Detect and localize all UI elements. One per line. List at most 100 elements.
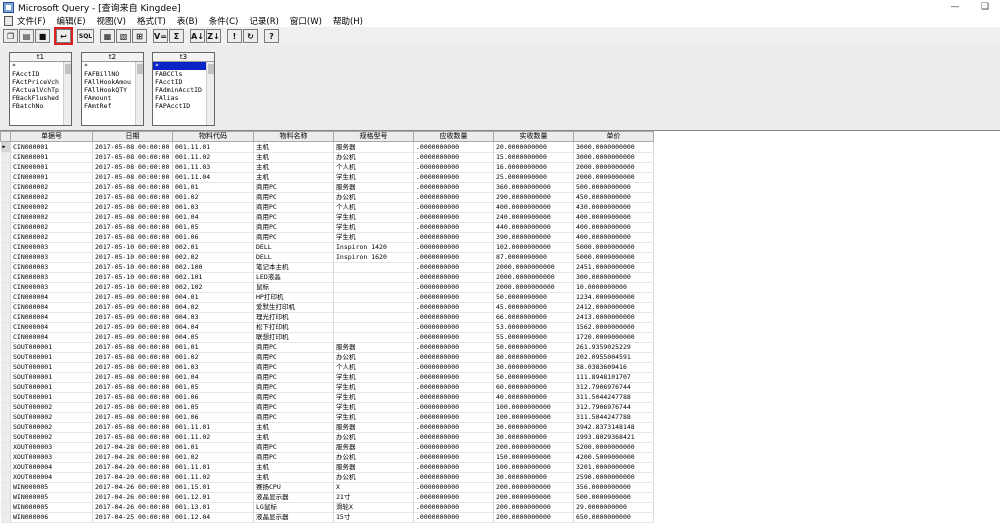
- table-cell[interactable]: 商用PC: [253, 202, 334, 213]
- table-cell[interactable]: 学生机: [333, 392, 414, 403]
- table-cell[interactable]: .0000000000: [413, 172, 494, 183]
- table-cell[interactable]: 240.0000000000: [493, 212, 574, 223]
- table-cell[interactable]: 学生机: [333, 222, 414, 233]
- table-cell[interactable]: 液晶显示器: [253, 492, 334, 503]
- table-cell[interactable]: .0000000000: [413, 482, 494, 493]
- sort-ascending-button[interactable]: A↓: [190, 29, 205, 43]
- table-row[interactable]: SOUT000002 2017-05-08 00:00:00 001.11.01 主机…: [0, 422, 654, 433]
- table-cell[interactable]: CIN000002: [10, 182, 93, 193]
- column-header[interactable]: 实收数量: [493, 131, 574, 142]
- table-cell[interactable]: 87.0000000000: [493, 252, 574, 263]
- table-cell[interactable]: WIN000005: [10, 502, 93, 513]
- menu-criteria[interactable]: 条件(C): [209, 15, 239, 27]
- table-cell[interactable]: XOUT000004: [10, 462, 93, 473]
- table-cell[interactable]: 001.04: [172, 372, 254, 383]
- table-cell[interactable]: .0000000000: [413, 141, 494, 153]
- table-cell[interactable]: .0000000000: [413, 292, 494, 303]
- table-cell[interactable]: 500.0000000000: [573, 182, 654, 193]
- table-cell[interactable]: 001.12.04: [172, 512, 254, 523]
- table-row[interactable]: CIN000001 2017-05-08 00:00:00 001.11.02 主机办…: [0, 152, 654, 163]
- table-cell[interactable]: 2017-05-09 00:00:00: [92, 332, 173, 343]
- table-cell[interactable]: 2000.0000000000: [493, 272, 574, 283]
- table-cell[interactable]: SOUT000001: [10, 352, 93, 363]
- table-cell[interactable]: 001.03: [172, 202, 254, 213]
- table-cell[interactable]: CIN000004: [10, 332, 93, 343]
- table-row[interactable]: CIN000004 2017-05-09 00:00:00 004.01 HP打印机.…: [0, 292, 654, 303]
- table-cell[interactable]: 390.0000000000: [493, 232, 574, 243]
- table-cell[interactable]: 15.0000000000: [493, 152, 574, 163]
- table-cell[interactable]: 30.0000000000: [493, 362, 574, 373]
- table-cell[interactable]: 商用PC: [253, 352, 334, 363]
- table-cell[interactable]: 2017-05-09 00:00:00: [92, 292, 173, 303]
- table-cell[interactable]: 2017-05-08 00:00:00: [92, 362, 173, 373]
- table-cell[interactable]: 2017-04-20 00:00:00: [92, 472, 173, 483]
- row-selector[interactable]: [0, 482, 11, 493]
- table-cell[interactable]: 311.5044247788: [573, 412, 654, 423]
- row-selector[interactable]: [0, 282, 11, 293]
- table-cell[interactable]: [333, 282, 414, 293]
- help-button[interactable]: ?: [264, 29, 279, 43]
- table-row[interactable]: CIN000003 2017-05-10 00:00:00 002.01 DELL In…: [0, 242, 654, 253]
- table-cell[interactable]: 2017-04-26 00:00:00: [92, 492, 173, 503]
- row-selector[interactable]: [0, 252, 11, 263]
- table-cell[interactable]: 001.11.01: [172, 141, 254, 153]
- table-cell[interactable]: 311.5044247788: [573, 392, 654, 403]
- field-item[interactable]: FActPriceVch: [10, 78, 63, 86]
- table-pane-title[interactable]: t2: [82, 53, 143, 62]
- table-row[interactable]: CIN0000012017-05-08 00:00:00001.11.01主机服…: [0, 141, 654, 153]
- criteria-equals-button[interactable]: V=: [153, 29, 168, 43]
- table-cell[interactable]: 5200.0000000000: [573, 442, 654, 453]
- table-cell[interactable]: .0000000000: [413, 412, 494, 423]
- field-item[interactable]: FBatchNo: [10, 102, 63, 110]
- row-selector[interactable]: [0, 152, 11, 163]
- table-cell[interactable]: 2017-05-08 00:00:00: [92, 172, 173, 183]
- table-cell[interactable]: 2017-05-10 00:00:00: [92, 282, 173, 293]
- row-selector[interactable]: [0, 262, 11, 273]
- table-cell[interactable]: Inspiron 1620: [333, 252, 414, 263]
- row-selector[interactable]: [0, 402, 11, 413]
- table-cell[interactable]: 商用PC: [253, 222, 334, 233]
- table-cell[interactable]: 2017-05-08 00:00:00: [92, 372, 173, 383]
- table-cell[interactable]: CIN000003: [10, 242, 93, 253]
- table-cell[interactable]: [333, 312, 414, 323]
- add-tables-button[interactable]: ⊞: [132, 29, 147, 43]
- table-cell[interactable]: HP打印机: [253, 292, 334, 303]
- table-cell[interactable]: 002.102: [172, 282, 254, 293]
- table-cell[interactable]: SOUT000001: [10, 342, 93, 353]
- view-sql-button[interactable]: SQL: [77, 29, 94, 43]
- row-selector[interactable]: [0, 232, 11, 243]
- table-row[interactable]: SOUT000001 2017-05-08 00:00:00 001.04 商用PC 学…: [0, 372, 654, 383]
- table-row[interactable]: WIN000005 2017-04-26 00:00:00 001.15.01 赛扬C…: [0, 482, 654, 493]
- table-cell[interactable]: 2017-05-08 00:00:00: [92, 412, 173, 423]
- row-selector[interactable]: [0, 312, 11, 323]
- table-cell[interactable]: .0000000000: [413, 362, 494, 373]
- table-cell[interactable]: 202.0955004591: [573, 352, 654, 363]
- table-cell[interactable]: CIN000004: [10, 322, 93, 333]
- table-cell[interactable]: 430.0000000000: [573, 202, 654, 213]
- table-cell[interactable]: Inspiron 1420: [333, 242, 414, 253]
- table-cell[interactable]: .0000000000: [413, 342, 494, 353]
- table-cell[interactable]: 001.11.01: [172, 422, 254, 433]
- table-cell[interactable]: 2590.0000000000: [573, 472, 654, 483]
- row-selector[interactable]: [0, 392, 11, 403]
- table-cell[interactable]: 2017-05-08 00:00:00: [92, 342, 173, 353]
- row-selector[interactable]: [0, 162, 11, 173]
- table-cell[interactable]: 80.0000000000: [493, 352, 574, 363]
- table-cell[interactable]: 商用PC: [253, 192, 334, 203]
- menu-table[interactable]: 表(B): [177, 15, 198, 27]
- table-cell[interactable]: 4200.5000000000: [573, 452, 654, 463]
- table-row[interactable]: CIN000002 2017-05-08 00:00:00 001.03 商用PC 个人…: [0, 202, 654, 213]
- table-cell[interactable]: .0000000000: [413, 512, 494, 523]
- table-cell[interactable]: 鼠标: [253, 282, 334, 293]
- table-row[interactable]: SOUT000002 2017-05-08 00:00:00 001.05 商用PC 学…: [0, 402, 654, 413]
- row-selector[interactable]: [0, 432, 11, 443]
- table-cell[interactable]: 30.0000000000: [493, 422, 574, 433]
- table-cell[interactable]: 2017-05-10 00:00:00: [92, 262, 173, 273]
- table-cell[interactable]: 2017-05-08 00:00:00: [92, 232, 173, 243]
- table-cell[interactable]: 商用PC: [253, 362, 334, 373]
- table-row[interactable]: SOUT000001 2017-05-08 00:00:00 001.05 商用PC 学…: [0, 382, 654, 393]
- table-cell[interactable]: 66.0000000000: [493, 312, 574, 323]
- table-cell[interactable]: 办公机: [333, 152, 414, 163]
- table-cell[interactable]: .0000000000: [413, 312, 494, 323]
- menu-format[interactable]: 格式(T): [137, 15, 166, 27]
